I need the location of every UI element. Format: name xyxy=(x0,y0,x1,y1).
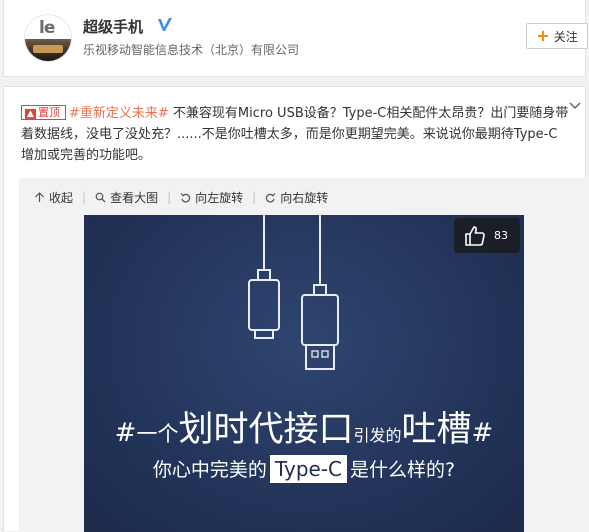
pin-badge: ▲ 置顶 xyxy=(21,105,66,120)
view-large-button[interactable]: 查看大图 xyxy=(95,189,158,206)
plus-icon: + xyxy=(536,26,550,45)
profile-card: le 超级手机 乐视移动智能信息技术（北京）有限公司 + 关注 xyxy=(3,0,588,77)
follow-label: 关注 xyxy=(553,29,578,44)
avatar-logo: le xyxy=(39,18,55,38)
subline-text: 是什么样的? xyxy=(350,459,456,481)
pin-icon: ▲ xyxy=(25,109,36,120)
thumbs-up-icon xyxy=(465,225,485,246)
headline-part: 吐槽 xyxy=(401,410,472,450)
profile-company: 乐视移动智能信息技术（北京）有限公司 xyxy=(83,43,300,57)
view-large-label: 查看大图 xyxy=(110,190,159,205)
rotate-left-button[interactable]: 向左旋转 xyxy=(180,189,243,206)
toolbar-divider: | xyxy=(252,190,257,204)
rotate-right-button[interactable]: 向右旋转 xyxy=(265,189,328,206)
typec-highlight: Type-C xyxy=(269,455,348,483)
media-toolbar: 收起 | 查看大图 | 向左旋转 | 向右旋转 xyxy=(19,178,587,216)
post-image[interactable]: 83 #一个划时代接口引发的吐槽# 你心中完美的 Type-C 是什么样的? xyxy=(84,215,524,532)
post-text: ▲ 置顶 #重新定义未来# 不兼容现有Micro USB设备？Type-C相关配件太… xyxy=(21,103,569,166)
headline-hash: # xyxy=(114,418,137,448)
headline-hash: # xyxy=(471,418,494,448)
rotate-right-label: 向右旋转 xyxy=(280,190,329,205)
like-count: 83 xyxy=(494,229,508,242)
follow-button[interactable]: + 关注 xyxy=(526,23,588,49)
rotate-left-label: 向左旋转 xyxy=(195,190,244,205)
headline-part: 一个 xyxy=(136,422,179,446)
pin-label: 置顶 xyxy=(38,106,60,119)
topic-link[interactable]: #重新定义未来# xyxy=(69,106,169,121)
chevron-down-icon[interactable] xyxy=(568,99,582,113)
headline-part: 划时代接口 xyxy=(178,410,354,450)
rotate-left-icon xyxy=(180,192,191,203)
headline-part: 引发的 xyxy=(353,426,402,445)
toolbar-divider: | xyxy=(82,190,87,204)
avatar-scene xyxy=(25,39,71,61)
avatar[interactable]: le xyxy=(24,14,72,62)
verified-icon xyxy=(158,18,172,31)
collapse-label: 收起 xyxy=(49,190,74,205)
collapse-icon xyxy=(35,191,44,202)
rotate-right-icon xyxy=(266,192,276,203)
image-headline: #一个划时代接口引发的吐槽# xyxy=(84,401,524,452)
search-icon xyxy=(95,192,106,202)
image-subline: 你心中完美的 Type-C 是什么样的? xyxy=(84,455,524,483)
media-box: 收起 | 查看大图 | 向左旋转 | 向右旋转 83 #一个划时代接口引发的吐槽… xyxy=(19,178,587,532)
toolbar-divider: | xyxy=(167,190,172,204)
profile-name[interactable]: 超级手机 xyxy=(83,16,143,37)
subline-text: 你心中完美的 xyxy=(152,459,267,481)
like-badge[interactable]: 83 xyxy=(454,218,520,253)
collapse-button[interactable]: 收起 xyxy=(34,189,73,206)
post-card: ▲ 置顶 #重新定义未来# 不兼容现有Micro USB设备？Type-C相关配件太… xyxy=(3,86,587,532)
